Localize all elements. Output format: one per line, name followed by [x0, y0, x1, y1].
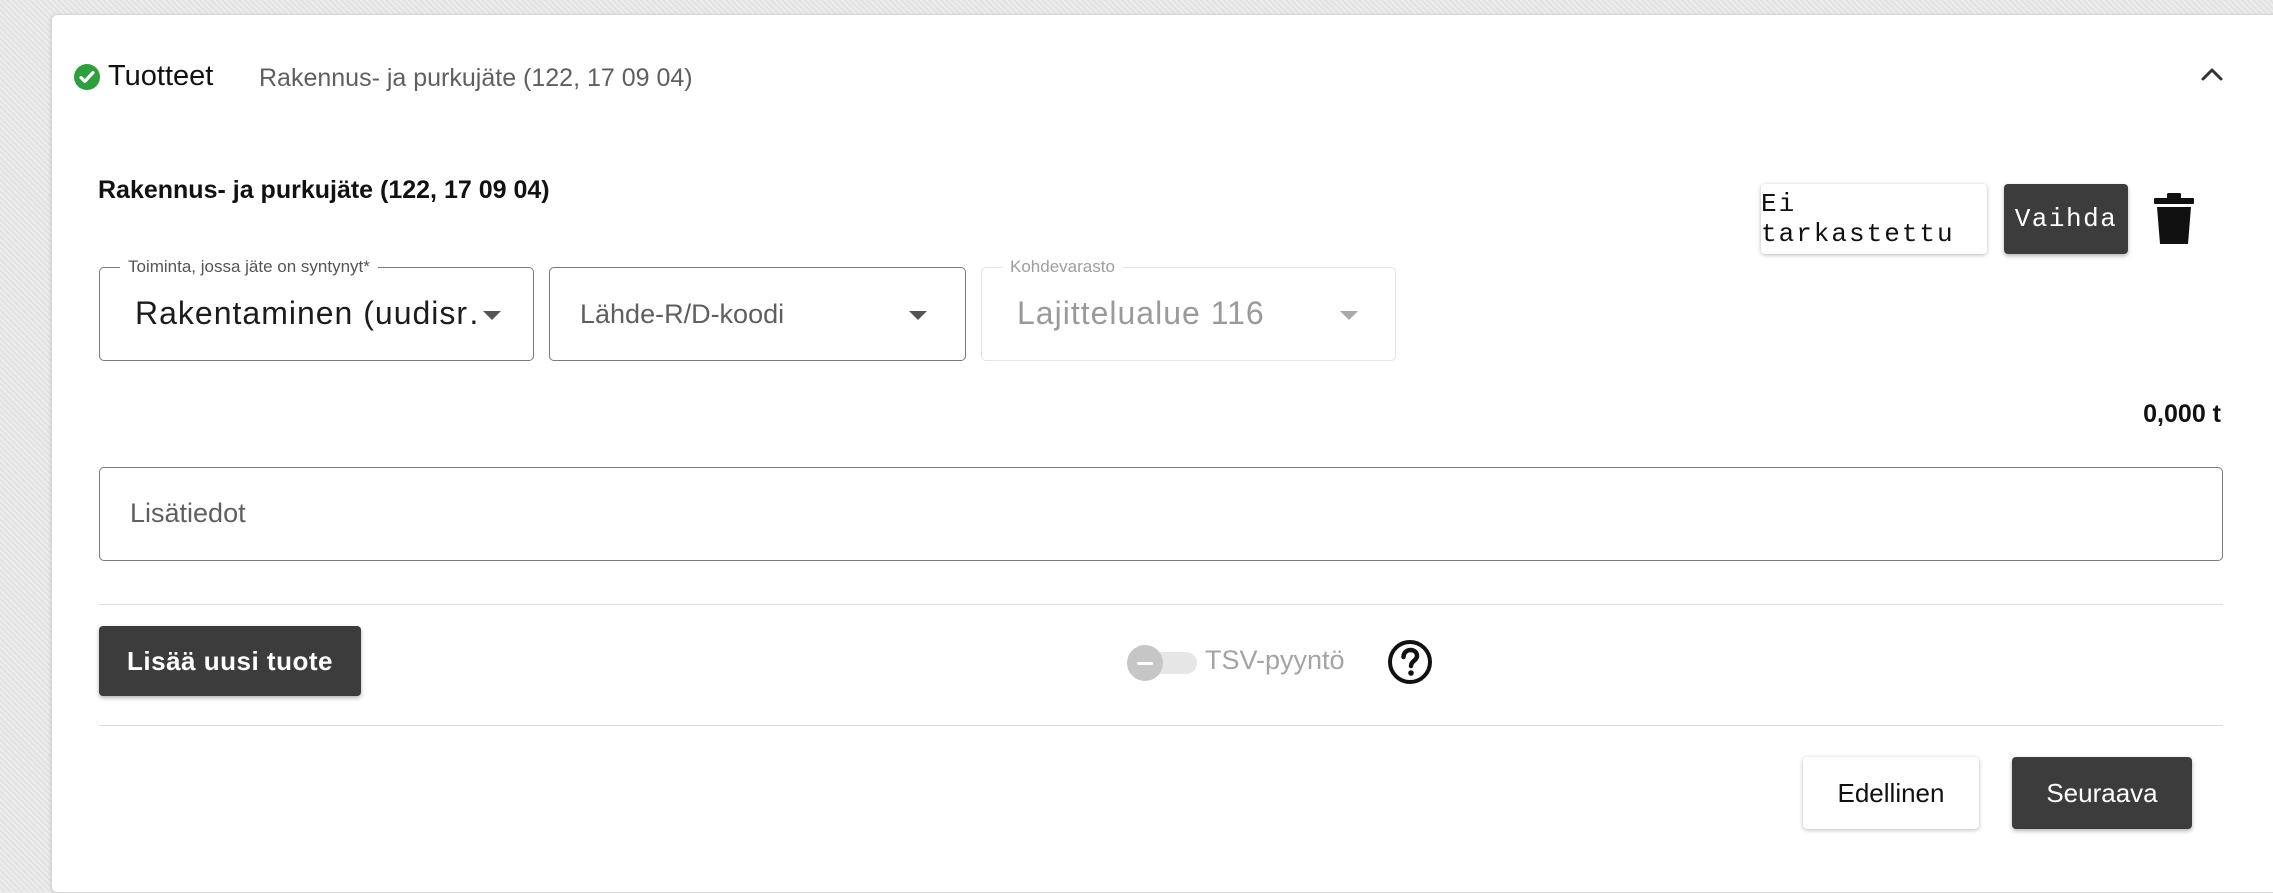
target-storage-select: Kohdevarasto Lajittelualue 116 [981, 257, 1396, 361]
caret-down-icon [909, 311, 927, 320]
target-storage-value: Lajittelualue 116 [1017, 295, 1265, 331]
add-product-button[interactable]: Lisää uusi tuote [99, 626, 361, 696]
total-weight: 0,000 t [2143, 400, 2221, 428]
notes-field[interactable]: Lisätiedot [99, 467, 2223, 561]
section-subtitle: Rakennus- ja purkujäte (122, 17 09 04) [259, 64, 693, 92]
activity-label: Toiminta, jossa jäte on syntynyt* [120, 257, 378, 277]
caret-down-icon [483, 311, 501, 320]
notes-placeholder: Lisätiedot [130, 498, 246, 528]
tsv-toggle[interactable] [1127, 645, 1199, 681]
change-product-button[interactable]: Vaihda [2004, 184, 2128, 254]
product-title: Rakennus- ja purkujäte (122, 17 09 04) [98, 176, 550, 204]
previous-button[interactable]: Edellinen [1803, 757, 1979, 829]
section-title: Tuotteet [108, 60, 214, 92]
toggle-knob [1127, 645, 1163, 681]
source-code-placeholder: Lähde-R/D-koodi [580, 299, 785, 329]
inspection-status-button[interactable]: Ei tarkastettu [1761, 184, 1987, 254]
trash-icon[interactable] [2152, 192, 2196, 246]
caret-down-icon [1340, 311, 1358, 320]
next-button[interactable]: Seuraava [2012, 757, 2192, 829]
tsv-label: TSV-pyyntö [1205, 645, 1345, 675]
target-storage-label: Kohdevarasto [1002, 257, 1123, 277]
divider [99, 604, 2223, 605]
activity-select[interactable]: Toiminta, jossa jäte on syntynyt* Rakent… [99, 257, 534, 361]
activity-value: Rakentaminen (uudisr… [135, 295, 480, 331]
check-circle-icon [74, 64, 100, 90]
source-code-select[interactable]: Lähde-R/D-koodi [549, 267, 966, 361]
divider [99, 725, 2223, 726]
chevron-up-icon[interactable] [2200, 66, 2224, 82]
question-circle-icon[interactable] [1386, 638, 1434, 686]
